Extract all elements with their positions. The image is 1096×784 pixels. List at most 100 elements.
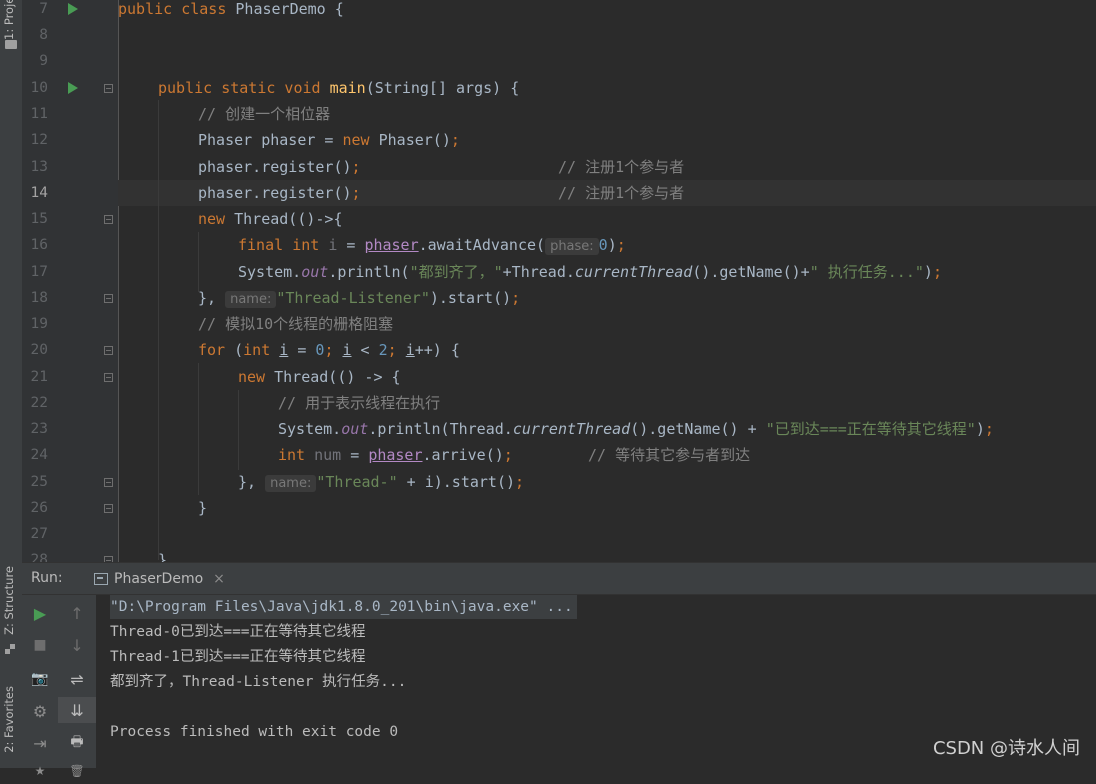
fold-marker-icon[interactable] [104,294,113,303]
token: (String[] args) { [365,79,520,97]
code-line-15: new Thread(()->{ [118,206,343,232]
line-number: 21 [30,369,48,385]
comment: // 注册1个参与者 [558,184,685,202]
line-number: 20 [30,342,48,358]
up-arrow-icon[interactable]: ↑ [58,600,96,626]
token: ; [515,473,525,491]
token: } [158,551,168,562]
trash-icon[interactable]: 🗑 [58,758,96,784]
string-literal: "已到达===正在等待其它线程" [765,420,976,438]
run-toolbar-primary: ▶ ■ 📷 ⚙ ⇥ ★ [22,595,58,778]
token: }, [198,289,217,307]
parameter-hint: name: [265,475,317,492]
rerun-icon[interactable]: ▶ [22,600,58,626]
token: i [279,341,289,359]
token: ; [503,446,513,464]
pin-icon[interactable]: ★ [22,758,58,784]
comment: // 模拟10个线程的栅格阻塞 [198,315,394,333]
run-panel-label: Run: [31,570,63,586]
token: < [351,341,379,359]
token: .arrive() [422,446,504,464]
structure-tool-tab[interactable]: Z: Structure [2,566,16,635]
token: = [337,236,365,254]
exit-icon[interactable]: ⇥ [22,730,58,756]
code-line-18: }, name: "Thread-Listener").start(); [118,285,520,311]
token: public class [118,0,236,18]
token: Thread(()->{ [234,210,343,228]
token: phaser.register() [198,184,352,202]
run-tab-phaserdemo[interactable]: PhaserDemo × [86,563,233,595]
token: .awaitAdvance( [418,236,546,254]
token: ; [351,158,361,176]
run-main-gutter-icon[interactable] [68,82,78,94]
comment: // 注册1个参与者 [558,158,685,176]
line-number: 24 [30,447,48,463]
console-line: Thread-0已到达===正在等待其它线程 [110,624,366,640]
watermark: CSDN @诗水人间 [932,738,1080,759]
line-number: 28 [30,552,48,562]
soft-wrap-icon[interactable]: ⇌ [58,666,96,692]
code-line-26: } [118,495,207,521]
token: i [405,341,415,359]
console-line-command: "D:\Program Files\Java\jdk1.8.0_201\bin\… [110,595,577,619]
token: i [342,341,352,359]
token: System. [278,420,342,438]
folder-icon [5,40,17,49]
fold-marker-icon[interactable] [104,504,113,513]
code-area[interactable]: public class PhaserDemo { public static … [118,0,1096,562]
line-number: 25 [30,474,48,490]
camera-icon[interactable]: 📷 [22,666,58,692]
code-line-11: // 创建一个相位器 [118,101,330,127]
token: for [198,341,235,359]
fold-marker-icon[interactable] [104,215,113,224]
line-number: 22 [30,395,48,411]
code-line-24: int num = phaser.arrive(); [118,442,513,468]
fold-marker-icon[interactable] [104,478,113,487]
line-number: 27 [30,526,48,542]
token: = [288,341,316,359]
code-line-10: public static void main(String[] args) { [118,75,519,101]
code-editor[interactable]: 7 8 9 10 11 12 13 14 15 16 17 18 19 20 2… [22,0,1096,562]
token: out [301,263,329,281]
token: { [325,0,344,18]
token: .println( [328,263,410,281]
token: new [198,210,235,228]
parameter-hint: phase: [545,238,599,255]
token: i [328,236,338,254]
editor-gutter: 7 8 9 10 11 12 13 14 15 16 17 18 19 20 2… [22,0,119,562]
fold-marker-icon[interactable] [104,373,113,382]
fold-marker-icon[interactable] [104,346,113,355]
code-line-22: // 用于表示线程在执行 [118,390,440,416]
code-line-25: }, name: "Thread-" + i).start(); [118,469,524,495]
code-line-7: public class PhaserDemo { [118,0,344,22]
settings-icon[interactable]: ⚙ [22,698,58,724]
scroll-to-end-icon[interactable]: ⇊ [58,697,96,723]
token: currentThread [574,263,693,281]
favorites-tool-tab[interactable]: 2: Favorites [2,686,16,753]
run-class-gutter-icon[interactable] [68,3,78,15]
token: Thread(() -> { [274,368,401,386]
fold-marker-icon[interactable] [104,84,113,93]
stop-icon[interactable]: ■ [22,632,58,658]
line-number: 10 [30,80,48,96]
code-line-23: System.out.println(Thread.currentThread(… [118,416,994,442]
token: int [292,236,329,254]
token: phaser [364,236,419,254]
string-literal: " 执行任务..." [809,263,924,281]
code-line-19: // 模拟10个线程的栅格阻塞 [118,311,393,337]
close-icon[interactable]: × [213,571,225,587]
code-line-14: phaser.register(); [118,180,361,206]
token: } [198,499,208,517]
print-icon[interactable]: 🖶 [58,730,96,756]
token: + i).start() [397,473,516,491]
token: ().getName() + [630,420,766,438]
token: ++) { [414,341,460,359]
line-number-current: 14 [30,185,48,201]
line-number: 26 [30,500,48,516]
token: ; [511,289,521,307]
down-arrow-icon[interactable]: ↓ [58,632,96,658]
token: num [314,446,342,464]
code-line-13: phaser.register(); [118,154,361,180]
line-number: 18 [30,290,48,306]
project-tool-tab[interactable]: 1: Project [2,0,16,40]
